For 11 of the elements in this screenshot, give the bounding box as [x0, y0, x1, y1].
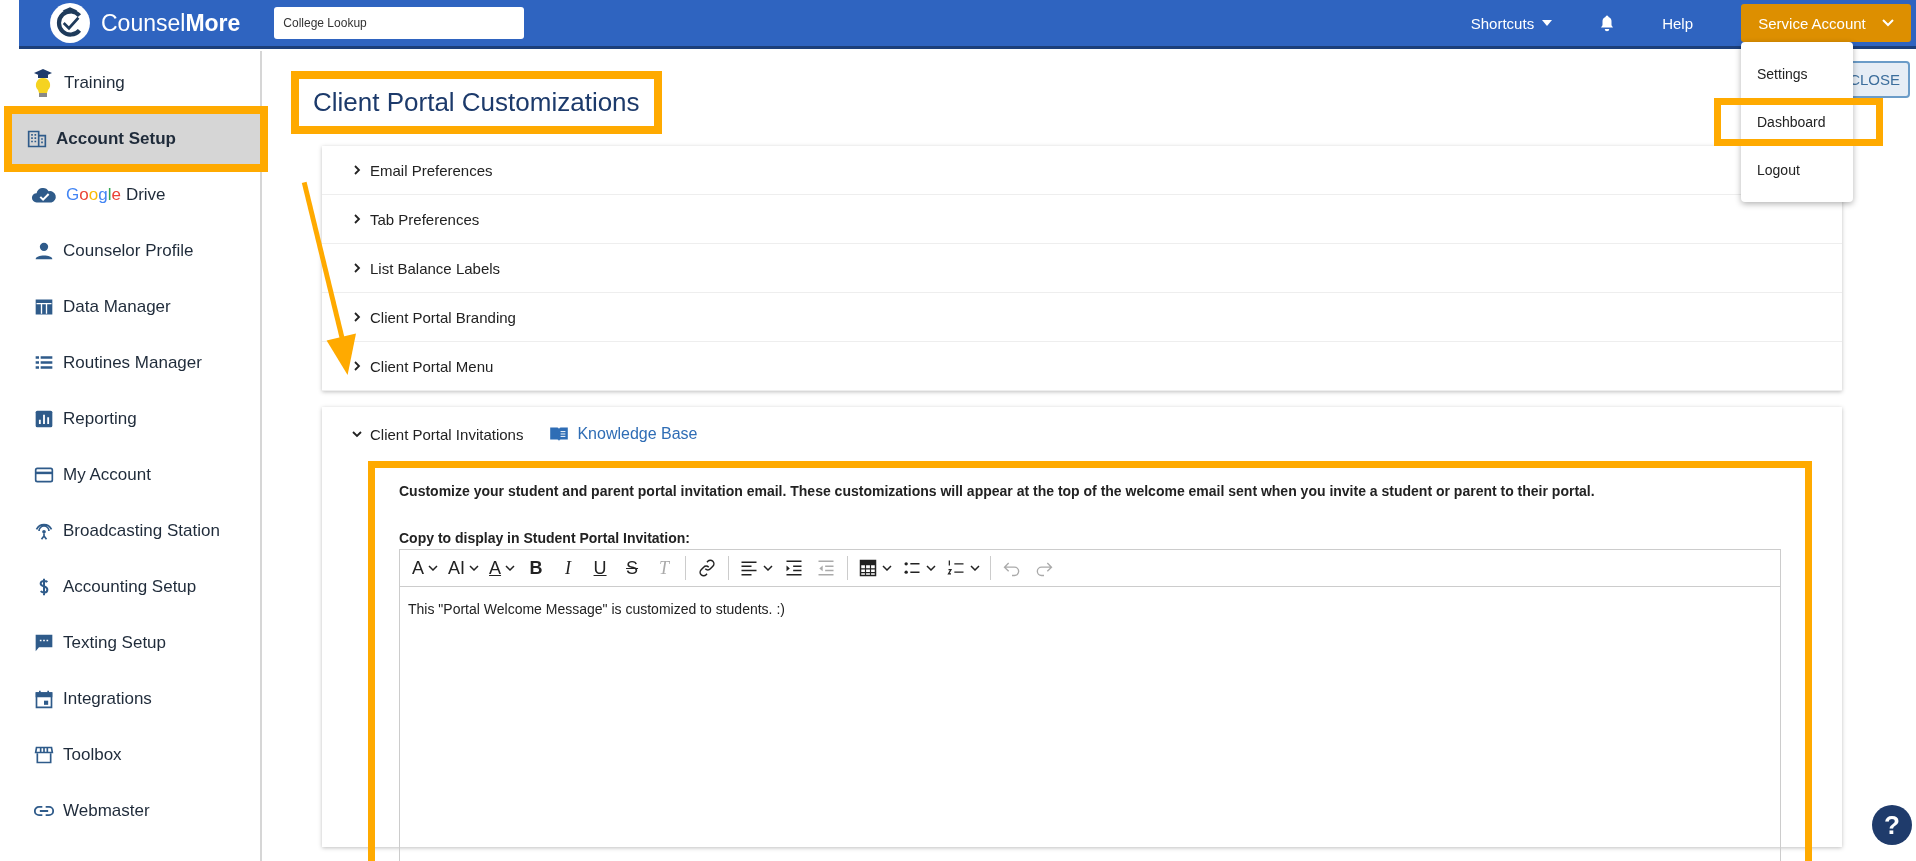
section-title: Client Portal Invitations — [370, 425, 524, 443]
app-name: CounselMore — [101, 9, 241, 37]
section-title: Tab Preferences — [370, 210, 480, 228]
editor-text: This "Portal Welcome Message" is customized to students. :) — [407, 600, 786, 619]
intro-text: Customize your student and parent portal invitation email. These customizations will appear at the top of the welcome email sent when you invite a student or parent to their portal. — [399, 482, 1596, 500]
editor-label: Copy to display in Student Portal Invitation: — [399, 530, 691, 546]
page-title: Client Portal Customizations — [291, 71, 662, 134]
section-title: List Balance Labels — [370, 259, 501, 277]
section-title: Email Preferences — [370, 161, 493, 179]
section-title: Client Portal Branding — [370, 308, 516, 326]
section-title: Client Portal Menu — [370, 357, 494, 375]
